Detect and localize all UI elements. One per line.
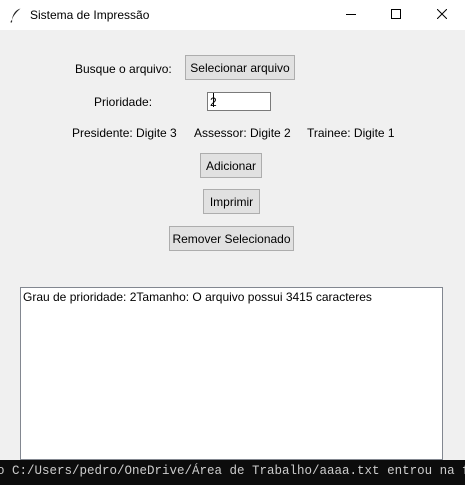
- window-title: Sistema de Impressão: [30, 8, 150, 22]
- list-item[interactable]: Grau de prioridade: 2Tamanho: O arquivo …: [23, 290, 372, 304]
- print-button[interactable]: Imprimir: [203, 189, 260, 214]
- priority-label: Prioridade:: [94, 95, 153, 109]
- feather-icon: [8, 7, 24, 23]
- role-presidente-hint: Presidente: Digite 3: [72, 126, 177, 140]
- print-queue-list[interactable]: Grau de prioridade: 2Tamanho: O arquivo …: [20, 287, 443, 460]
- text-caret: [213, 93, 214, 107]
- title-bar[interactable]: Sistema de Impressão: [0, 0, 465, 30]
- minimize-button[interactable]: [328, 0, 374, 30]
- select-file-button[interactable]: Selecionar arquivo: [185, 55, 295, 80]
- close-icon: [436, 8, 448, 22]
- remove-selected-button[interactable]: Remover Selecionado: [169, 226, 294, 251]
- terminal-line: o C:/Users/pedro/OneDrive/Área de Trabal…: [0, 464, 465, 478]
- role-trainee-hint: Trainee: Digite 1: [307, 126, 395, 140]
- file-label: Busque o arquivo:: [75, 62, 172, 76]
- maximize-button[interactable]: [373, 0, 419, 30]
- main-area: Busque o arquivo: Selecionar arquivo Pri…: [0, 30, 465, 460]
- role-assessor-hint: Assessor: Digite 2: [194, 126, 291, 140]
- terminal-output: o C:/Users/pedro/OneDrive/Área de Trabal…: [0, 460, 465, 485]
- maximize-icon: [391, 8, 401, 22]
- add-button[interactable]: Adicionar: [200, 153, 262, 178]
- priority-input[interactable]: [207, 92, 271, 111]
- minimize-icon: [346, 8, 356, 22]
- close-button[interactable]: [419, 0, 465, 30]
